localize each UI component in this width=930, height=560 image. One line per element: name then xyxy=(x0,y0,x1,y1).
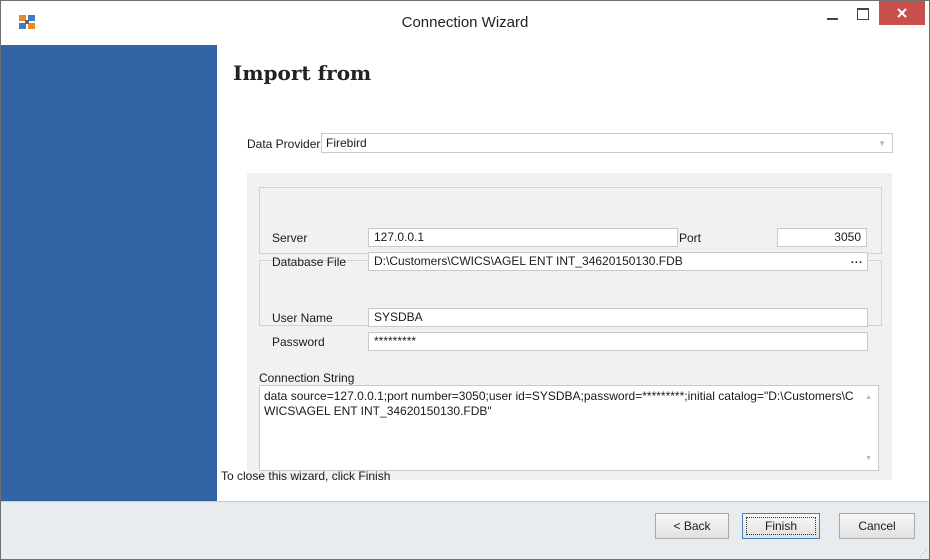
finish-button-label: Finish xyxy=(746,517,816,535)
resize-grip-icon[interactable]: ⋰ xyxy=(919,549,927,558)
user-name-label: User Name xyxy=(272,311,333,325)
finish-button[interactable]: Finish xyxy=(742,513,820,539)
port-input[interactable]: 3050 xyxy=(777,228,867,247)
connection-wizard-window: Connection Wizard Import from Data Provi… xyxy=(0,0,930,560)
connection-string-value: data source=127.0.0.1;port number=3050;u… xyxy=(264,389,854,418)
user-name-input[interactable]: SYSDBA xyxy=(368,308,868,327)
minimize-icon xyxy=(826,18,838,20)
maximize-icon xyxy=(857,8,869,20)
server-input[interactable]: 127.0.0.1 xyxy=(368,228,678,247)
database-file-input[interactable]: D:\Customers\CWICS\AGEL ENT INT_34620150… xyxy=(368,252,868,271)
data-provider-label: Data Provider xyxy=(247,137,321,151)
window-title: Connection Wizard xyxy=(401,14,529,31)
scroll-down-icon[interactable]: ▼ xyxy=(865,451,872,466)
browse-button[interactable]: ... xyxy=(851,253,863,268)
database-file-label: Database File xyxy=(272,255,347,269)
server-label: Server xyxy=(272,231,308,245)
wizard-content: Import from Data Provider Firebird ▼ Ser… xyxy=(217,45,929,501)
scroll-up-icon[interactable]: ▲ xyxy=(865,390,872,405)
port-label: Port xyxy=(679,231,702,245)
data-provider-value: Firebird xyxy=(326,136,367,150)
title-bar[interactable]: Connection Wizard xyxy=(1,1,929,44)
back-button[interactable]: < Back xyxy=(655,513,729,539)
data-provider-select[interactable]: Firebird ▼ xyxy=(321,133,893,153)
close-button[interactable] xyxy=(879,1,925,25)
footer-hint: To close this wizard, click Finish xyxy=(221,469,391,483)
chevron-down-icon[interactable]: ▼ xyxy=(878,135,886,153)
wizard-side-panel xyxy=(1,45,217,501)
database-file-value: D:\Customers\CWICS\AGEL ENT INT_34620150… xyxy=(374,254,683,268)
password-label: Password xyxy=(272,335,325,349)
connection-string-label: Connection String xyxy=(259,371,355,385)
maximize-button[interactable] xyxy=(846,1,880,27)
close-icon xyxy=(897,8,907,18)
connection-string-textarea[interactable]: data source=127.0.0.1;port number=3050;u… xyxy=(259,385,879,471)
minimize-button[interactable] xyxy=(815,1,849,27)
cancel-button[interactable]: Cancel xyxy=(839,513,915,539)
page-title: Import from xyxy=(233,61,372,85)
password-input[interactable]: ********* xyxy=(368,332,868,351)
